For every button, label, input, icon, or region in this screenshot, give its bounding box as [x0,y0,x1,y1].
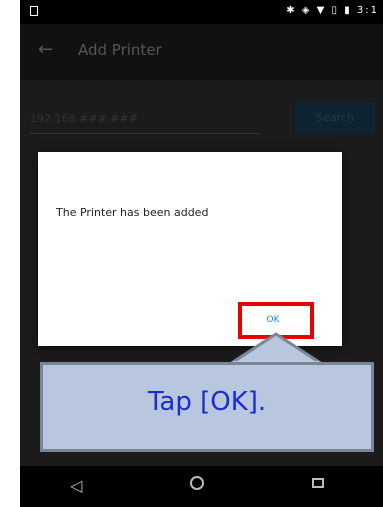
callout-text: Tap [OK]. [147,387,267,417]
instruction-callout: Tap [OK]. [40,362,374,452]
